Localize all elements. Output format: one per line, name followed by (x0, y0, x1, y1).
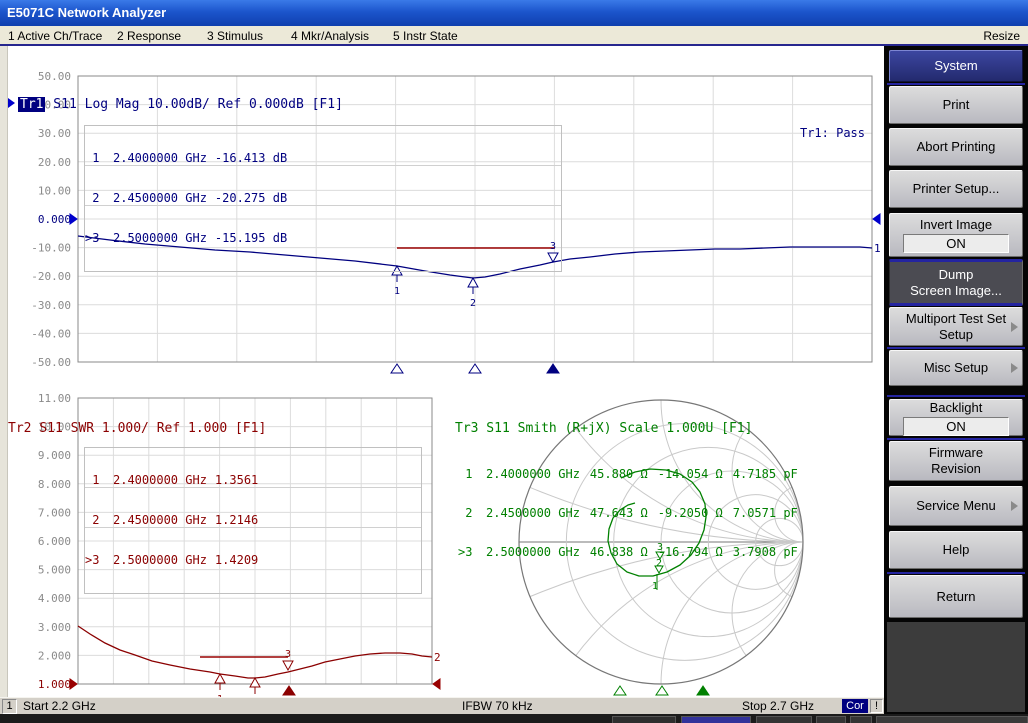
softkey-separator (887, 572, 1025, 574)
softkey-separator (887, 347, 1025, 349)
marker-row: 22.4500000 GHz-20.275 dB (85, 192, 561, 206)
softkey-printer-setup[interactable]: Printer Setup... (889, 170, 1023, 208)
trace2-marker-table: 12.4000000 GHz1.3561 22.4500000 GHz1.214… (84, 447, 422, 594)
svg-text:2.000: 2.000 (38, 649, 71, 662)
softkey-separator (887, 438, 1025, 440)
trace1-params: S11 Log Mag 10.00dB/ Ref 0.000dB [F1] (45, 97, 342, 112)
svg-text:0.000: 0.000 (38, 213, 71, 226)
marker-row: 12.4000000 GHz45.880 Ω-14.054 Ω4.7185 pF (458, 468, 798, 481)
clipped-os-taskbar (0, 714, 1028, 723)
taskbar-segment (816, 716, 846, 723)
limit-test-result: Tr1: Pass (700, 126, 865, 140)
menu-response[interactable]: 2 Response (113, 28, 185, 44)
softkey-return[interactable]: Return (889, 575, 1023, 618)
trace3-marker-table: 12.4000000 GHz45.880 Ω-14.054 Ω4.7185 pF… (458, 442, 798, 585)
taskbar-segment (681, 716, 751, 723)
svg-text:3.000: 3.000 (38, 621, 71, 634)
softkey-system[interactable]: System (889, 50, 1023, 82)
marker-row: 22.4500000 GHz1.2146 (85, 514, 421, 528)
taskbar-segment (850, 716, 872, 723)
softkey-misc-setup[interactable]: Misc Setup (889, 350, 1023, 386)
trace3-params: S11 Smith (R+jX) Scale 1.000U [F1] (478, 421, 752, 436)
svg-text:2: 2 (470, 298, 476, 309)
softkey-print[interactable]: Print (889, 86, 1023, 124)
trace3-header[interactable]: Tr3 S11 Smith (R+jX) Scale 1.000U [F1] (455, 421, 752, 436)
marker-row: >32.5000000 GHz46.838 Ω-16.794 Ω3.7908 p… (458, 546, 798, 559)
softkey-service-menu[interactable]: Service Menu (889, 486, 1023, 526)
channel-number: 1 (2, 699, 17, 714)
ifbw-value[interactable]: IFBW 70 kHz (462, 699, 533, 713)
svg-text:1.000: 1.000 (38, 678, 71, 691)
submenu-arrow-icon (1011, 322, 1018, 332)
softkey-separator (887, 395, 1025, 397)
menu-active-ch-trace[interactable]: 1 Active Ch/Trace (4, 28, 106, 44)
softkey-separator (887, 83, 1025, 85)
softkey-firmware-revision[interactable]: FirmwareRevision (889, 441, 1023, 481)
window-title-bar[interactable]: E5071C Network Analyzer (0, 0, 1028, 26)
menu-stimulus[interactable]: 3 Stimulus (203, 28, 267, 44)
menu-mkr-analysis[interactable]: 4 Mkr/Analysis (287, 28, 373, 44)
window-title: E5071C Network Analyzer (7, 5, 166, 20)
svg-text:-50.00: -50.00 (31, 356, 71, 369)
marker-row: >32.5000000 GHz-15.195 dB (85, 232, 561, 245)
softkey-blank-area (887, 622, 1025, 712)
svg-text:-20.00: -20.00 (31, 270, 71, 283)
trace3-badge: Tr3 (455, 421, 478, 436)
trace2-badge: Tr2 (8, 421, 31, 436)
svg-text:1: 1 (394, 286, 400, 297)
svg-text:9.000: 9.000 (38, 449, 71, 462)
marker-row: 22.4500000 GHz47.643 Ω-9.2050 Ω7.0571 pF (458, 507, 798, 520)
svg-text:4.000: 4.000 (38, 592, 71, 605)
measurement-display-area: 50.0040.0030.0020.0010.000.000-10.00-20.… (0, 46, 884, 697)
alert-badge: ! (870, 699, 883, 713)
softkey-abort-printing[interactable]: Abort Printing (889, 128, 1023, 166)
backlight-state: ON (903, 417, 1009, 436)
softkey-panel: System Print Abort Printing Printer Setu… (884, 46, 1028, 714)
taskbar-segment (756, 716, 812, 723)
svg-text:3: 3 (285, 649, 291, 660)
svg-text:2: 2 (434, 651, 441, 664)
svg-text:1: 1 (874, 242, 881, 255)
marker-row: >32.5000000 GHz1.4209 (85, 554, 421, 567)
svg-text:-40.00: -40.00 (31, 327, 71, 340)
svg-text:7.000: 7.000 (38, 506, 71, 519)
svg-text:50.00: 50.00 (38, 70, 71, 83)
softkey-help[interactable]: Help (889, 531, 1023, 569)
trace1-marker-table: 12.4000000 GHz-16.413 dB 22.4500000 GHz-… (84, 125, 562, 272)
trace1-badge: Tr1 (18, 97, 45, 112)
softkey-dump-screen-image[interactable]: DumpScreen Image... (889, 259, 1023, 306)
svg-text:-10.00: -10.00 (31, 242, 71, 255)
softkey-invert-image[interactable]: Invert ImageON (889, 213, 1023, 257)
menu-bar: 1 Active Ch/Trace 2 Response 3 Stimulus … (0, 26, 1028, 46)
sweep-start[interactable]: Start 2.2 GHz (23, 699, 96, 713)
svg-text:10.00: 10.00 (38, 184, 71, 197)
marker-row: 12.4000000 GHz-16.413 dB (85, 152, 561, 166)
invert-image-state: ON (903, 234, 1009, 253)
menu-instr-state[interactable]: 5 Instr State (389, 28, 462, 44)
trace2-params: S11 SWR 1.000/ Ref 1.000 [F1] (31, 421, 266, 436)
svg-text:5.000: 5.000 (38, 564, 71, 577)
svg-text:30.00: 30.00 (38, 127, 71, 140)
svg-text:6.000: 6.000 (38, 535, 71, 548)
trace1-header[interactable]: Tr1 S11 Log Mag 10.00dB/ Ref 0.000dB [F1… (8, 97, 343, 112)
correction-badge: Cor (842, 699, 868, 713)
marker-row: 12.4000000 GHz1.3561 (85, 474, 421, 488)
submenu-arrow-icon (1011, 363, 1018, 373)
submenu-arrow-icon (1011, 501, 1018, 511)
svg-text:8.000: 8.000 (38, 478, 71, 491)
svg-text:-30.00: -30.00 (31, 299, 71, 312)
trace2-header[interactable]: Tr2 S11 SWR 1.000/ Ref 1.000 [F1] (8, 421, 266, 436)
status-bar: 1 Start 2.2 GHz IFBW 70 kHz Stop 2.7 GHz… (0, 697, 884, 714)
active-trace-icon (8, 98, 15, 108)
svg-text:20.00: 20.00 (38, 156, 71, 169)
sweep-stop[interactable]: Stop 2.7 GHz (742, 699, 814, 713)
taskbar-segment (612, 716, 676, 723)
softkey-multiport-test-set[interactable]: Multiport Test SetSetup (889, 307, 1023, 346)
menu-resize[interactable]: Resize (979, 28, 1024, 44)
softkey-backlight[interactable]: BacklightON (889, 399, 1023, 436)
svg-text:11.00: 11.00 (38, 392, 71, 405)
taskbar-segment (876, 716, 1028, 723)
